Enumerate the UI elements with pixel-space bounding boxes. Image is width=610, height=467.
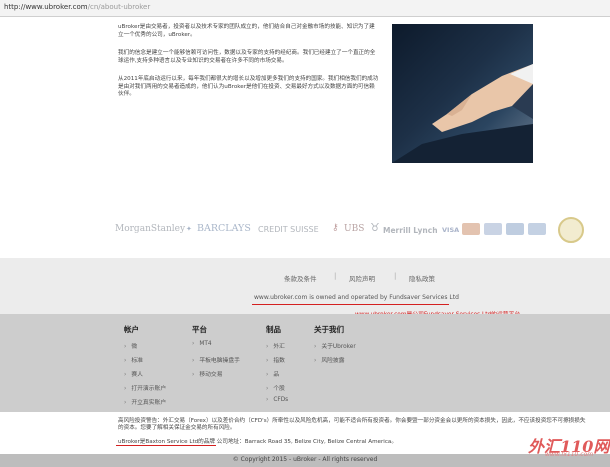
privacy-link[interactable]: 隐私政策 xyxy=(409,273,435,283)
menu-column-platform: 平台 MT4 平板电脑操盘手 移动交易 xyxy=(192,324,240,383)
menu-heading: 帐户 xyxy=(124,325,139,334)
visa-logo: VISA xyxy=(442,226,460,234)
menu-item[interactable]: 风险披露 xyxy=(314,355,356,369)
menu-item[interactable]: 打开演示账户 xyxy=(124,383,166,397)
link-divider: | xyxy=(394,272,397,280)
merrill-bull-icon: ♉ xyxy=(370,221,380,234)
link-divider: | xyxy=(334,272,337,280)
morgan-stanley-logo: MorganStanley xyxy=(115,224,186,234)
terms-link[interactable]: 条款及条件 xyxy=(284,273,317,283)
risk-disclaimer: 高风险投资警告：外汇交易（Forex）以及差价合约（CFD's）所牵性以及风险危… xyxy=(118,418,586,432)
about-paragraph-3: 从2011年底启动运行以来，每年我们都很大的增长以及增加更多我们的支持的国家。我… xyxy=(118,76,379,98)
ubs-logo: UBS xyxy=(344,224,365,234)
footer-links-band xyxy=(0,258,610,314)
menu-heading: 平台 xyxy=(192,325,207,334)
menu-column-accounts: 帐户 微 标准 赛人 打开演示账户 开立真实账户 xyxy=(124,324,166,411)
security-seal-icon xyxy=(558,217,584,243)
menu-heading: 关于我们 xyxy=(314,325,344,334)
card-icon xyxy=(528,223,546,235)
address-url[interactable]: http://www.ubroker.com/cn/about-ubroker xyxy=(4,3,150,11)
merrill-lynch-logo: Merrill Lynch xyxy=(383,226,438,235)
menu-item[interactable]: MT4 xyxy=(192,341,240,355)
card-icon xyxy=(484,223,502,235)
menu-item[interactable]: 外汇 xyxy=(266,341,288,355)
red-underline xyxy=(116,445,216,446)
menu-item[interactable]: 微 xyxy=(124,341,166,355)
address-bar[interactable]: http://www.ubroker.com/cn/about-ubroker xyxy=(0,0,610,17)
handshake-photo xyxy=(392,24,533,163)
about-paragraph-1: uBroker是由交易者，投资者以及技术专家的团队成立的，他们结合自己对金融市场… xyxy=(118,24,375,38)
watermark-url: www.fx110.com xyxy=(545,451,594,458)
ownership-text: www.ubroker.com is owned and operated by… xyxy=(254,294,459,301)
menu-item[interactable]: 关于Ubroker xyxy=(314,341,355,355)
credit-suisse-logo: CREDIT SUISSE xyxy=(258,225,319,234)
brand-line: uBroker是Baxton Service Ltd的品牌 公司地址：Barra… xyxy=(118,437,397,445)
red-underline xyxy=(252,304,449,305)
menu-item[interactable]: 指数 xyxy=(266,355,288,369)
menu-column-about: 关于我们 关于Ubroker 风险披露 xyxy=(314,324,356,369)
menu-item[interactable]: CFDs xyxy=(266,397,288,411)
copyright-text: © Copyright 2015 - uBroker - All rights … xyxy=(232,456,378,463)
mastercard-icon xyxy=(462,223,480,235)
company-address: 公司地址：Barrack Road 35, Belize City, Beliz… xyxy=(216,439,397,445)
risk-statement-link[interactable]: 风险声明 xyxy=(349,273,375,283)
barclays-eagle-icon: ✦ xyxy=(186,225,192,233)
menu-item[interactable]: 个股 xyxy=(266,383,288,397)
about-paragraph-2: 我们的信念是建立一个能够信赖可访问性，数据以及专家的支持的经纪商。我们已经建立了… xyxy=(118,50,376,64)
footer-menu xyxy=(0,314,610,412)
url-host: http://www.ubroker.com xyxy=(4,3,88,11)
menu-item[interactable]: 移动交易 xyxy=(192,369,240,383)
partner-logos: MorganStanley ✦ BARCLAYS CREDIT SUISSE ⚷… xyxy=(110,212,590,246)
menu-item[interactable]: 开立真实账户 xyxy=(124,397,166,411)
menu-heading: 制品 xyxy=(266,325,281,334)
menu-item[interactable]: 品 xyxy=(266,369,288,383)
card-icon xyxy=(506,223,524,235)
barclays-logo: BARCLAYS xyxy=(197,223,251,234)
menu-item[interactable]: 赛人 xyxy=(124,369,166,383)
ubs-keys-icon: ⚷ xyxy=(332,223,339,233)
url-path: /cn/about-ubroker xyxy=(87,3,151,11)
menu-item[interactable]: 标准 xyxy=(124,355,166,369)
menu-column-products: 制品 外汇 指数 品 个股 CFDs xyxy=(266,324,288,411)
menu-item[interactable]: 平板电脑操盘手 xyxy=(192,355,240,369)
